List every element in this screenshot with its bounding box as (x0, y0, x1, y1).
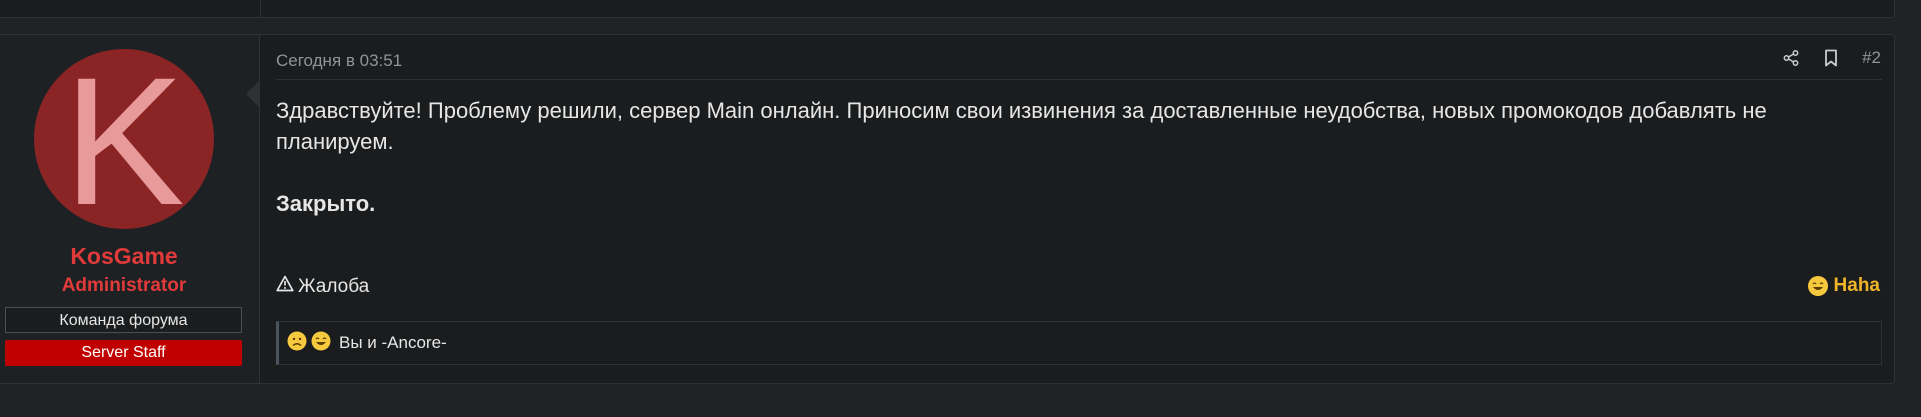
previous-post-divider (260, 0, 261, 17)
username[interactable]: KosGame (0, 243, 249, 270)
post-date[interactable]: Сегодня в 03:51 (276, 51, 402, 71)
avatar[interactable]: K (34, 39, 214, 243)
reactions-summary[interactable]: Вы и -Ancore- (339, 333, 447, 353)
reaction-button[interactable]: Haha (1807, 275, 1880, 297)
post-actions: #2 (1782, 48, 1881, 68)
laughing-emoji-icon (1807, 276, 1828, 296)
user-sidebar: K KosGame Administrator Команда форума S… (0, 35, 260, 383)
forum-post: K KosGame Administrator Команда форума S… (0, 34, 1895, 384)
warning-icon (276, 275, 294, 298)
previous-post (0, 0, 1895, 18)
post-header-divider (276, 79, 1882, 80)
bookmark-icon[interactable] (1822, 48, 1840, 68)
reactions-bar[interactable]: Вы и -Ancore- (276, 321, 1882, 365)
banner-forum-team: Команда форума (5, 307, 242, 333)
report-button[interactable]: Жалоба (276, 275, 369, 298)
share-icon[interactable] (1782, 48, 1800, 68)
post-content: Сегодня в 03:51 #2 Здравствуйте! Проблем… (276, 35, 1894, 383)
reaction-label: Haha (1833, 275, 1880, 296)
avatar-letter: K (63, 39, 185, 243)
sad-emoji-icon (287, 331, 307, 356)
post-closed-text: Закрыто. (276, 191, 376, 216)
laughing-emoji-icon (311, 331, 331, 356)
post-message: Здравствуйте! Проблему решили, сервер Ma… (276, 98, 1767, 154)
banner-server-staff: Server Staff (5, 340, 242, 366)
post-pointer-arrow (246, 81, 259, 107)
post-number[interactable]: #2 (1862, 48, 1881, 68)
user-role: Administrator (61, 275, 187, 296)
report-label: Жалоба (298, 275, 370, 297)
